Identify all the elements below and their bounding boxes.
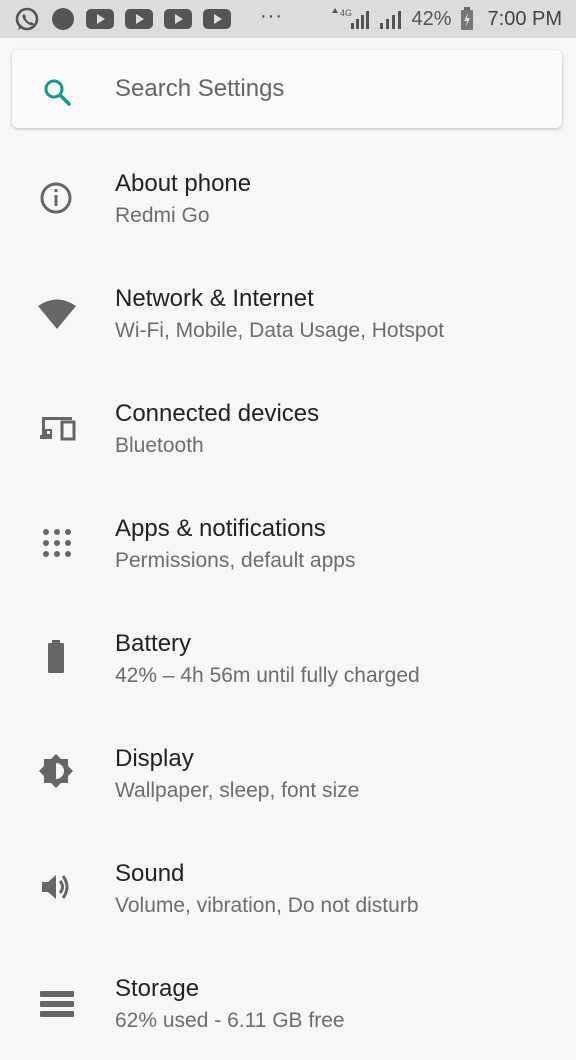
settings-item-battery[interactable]: Battery 42% – 4h 56m until fully charged bbox=[0, 600, 576, 715]
settings-item-subtitle: Redmi Go bbox=[115, 204, 210, 227]
search-input[interactable]: Search Settings bbox=[115, 75, 284, 103]
settings-item-title: Connected devices bbox=[115, 400, 320, 427]
settings-item-subtitle: Wi-Fi, Mobile, Data Usage, Hotspot bbox=[115, 319, 445, 342]
settings-item-storage[interactable]: Storage 62% used - 6.11 GB free bbox=[0, 945, 576, 1060]
system-status: 4G 42% 7:00 PM bbox=[331, 6, 562, 32]
settings-item-subtitle: Wallpaper, sleep, font size bbox=[115, 779, 360, 802]
settings-item-title: About phone bbox=[115, 170, 252, 197]
whatsapp-icon bbox=[15, 7, 39, 31]
settings-item-sound[interactable]: Sound Volume, vibration, Do not disturb bbox=[0, 830, 576, 945]
clock: 7:00 PM bbox=[487, 7, 562, 30]
youtube-icon bbox=[125, 9, 153, 29]
settings-item-title: Apps & notifications bbox=[115, 515, 326, 542]
storage-icon bbox=[40, 991, 74, 1017]
settings-item-title: Network & Internet bbox=[115, 285, 314, 312]
youtube-icon bbox=[164, 9, 192, 29]
battery-charging-icon bbox=[460, 7, 473, 30]
battery-percent: 42% bbox=[411, 7, 452, 30]
search-bar[interactable]: Search Settings bbox=[12, 50, 562, 128]
battery-icon bbox=[48, 640, 64, 673]
settings-item-subtitle: 42% – 4h 56m until fully charged bbox=[115, 664, 420, 687]
settings-item-connected-devices[interactable]: Connected devices Bluetooth bbox=[0, 370, 576, 485]
settings-item-title: Battery bbox=[115, 630, 192, 657]
youtube-icon bbox=[86, 9, 114, 29]
signal-icon bbox=[380, 11, 402, 29]
settings-item-subtitle: Permissions, default apps bbox=[115, 549, 356, 572]
settings-item-network[interactable]: Network & Internet Wi-Fi, Mobile, Data U… bbox=[0, 255, 576, 370]
notification-icons: ··· bbox=[14, 4, 283, 32]
settings-item-display[interactable]: Display Wallpaper, sleep, font size bbox=[0, 715, 576, 830]
settings-item-title: Sound bbox=[115, 860, 185, 887]
devices-icon bbox=[40, 417, 76, 441]
search-icon bbox=[44, 79, 71, 106]
network-4g-signal-icon: 4G bbox=[332, 8, 370, 29]
apps-grid-icon bbox=[43, 529, 71, 557]
settings-item-apps[interactable]: Apps & notifications Permissions, defaul… bbox=[0, 485, 576, 600]
youtube-icon bbox=[203, 9, 231, 29]
settings-item-title: Storage bbox=[115, 975, 200, 1002]
volume-icon bbox=[42, 875, 69, 899]
settings-item-about-phone[interactable]: About phone Redmi Go bbox=[0, 140, 576, 255]
status-bar: ··· 4G 42% 7:00 PM bbox=[0, 0, 576, 38]
brightness-icon bbox=[39, 754, 73, 788]
settings-item-title: Display bbox=[115, 745, 194, 772]
more-notifications-indicator: ··· bbox=[260, 4, 283, 27]
settings-item-subtitle: Volume, vibration, Do not disturb bbox=[115, 894, 419, 917]
info-icon bbox=[40, 182, 72, 214]
settings-item-subtitle: 62% used - 6.11 GB free bbox=[115, 1009, 345, 1032]
settings-item-subtitle: Bluetooth bbox=[115, 434, 204, 457]
circle-notification-icon bbox=[52, 8, 74, 30]
network-type-label: 4G bbox=[340, 8, 352, 18]
wifi-icon bbox=[38, 299, 76, 329]
